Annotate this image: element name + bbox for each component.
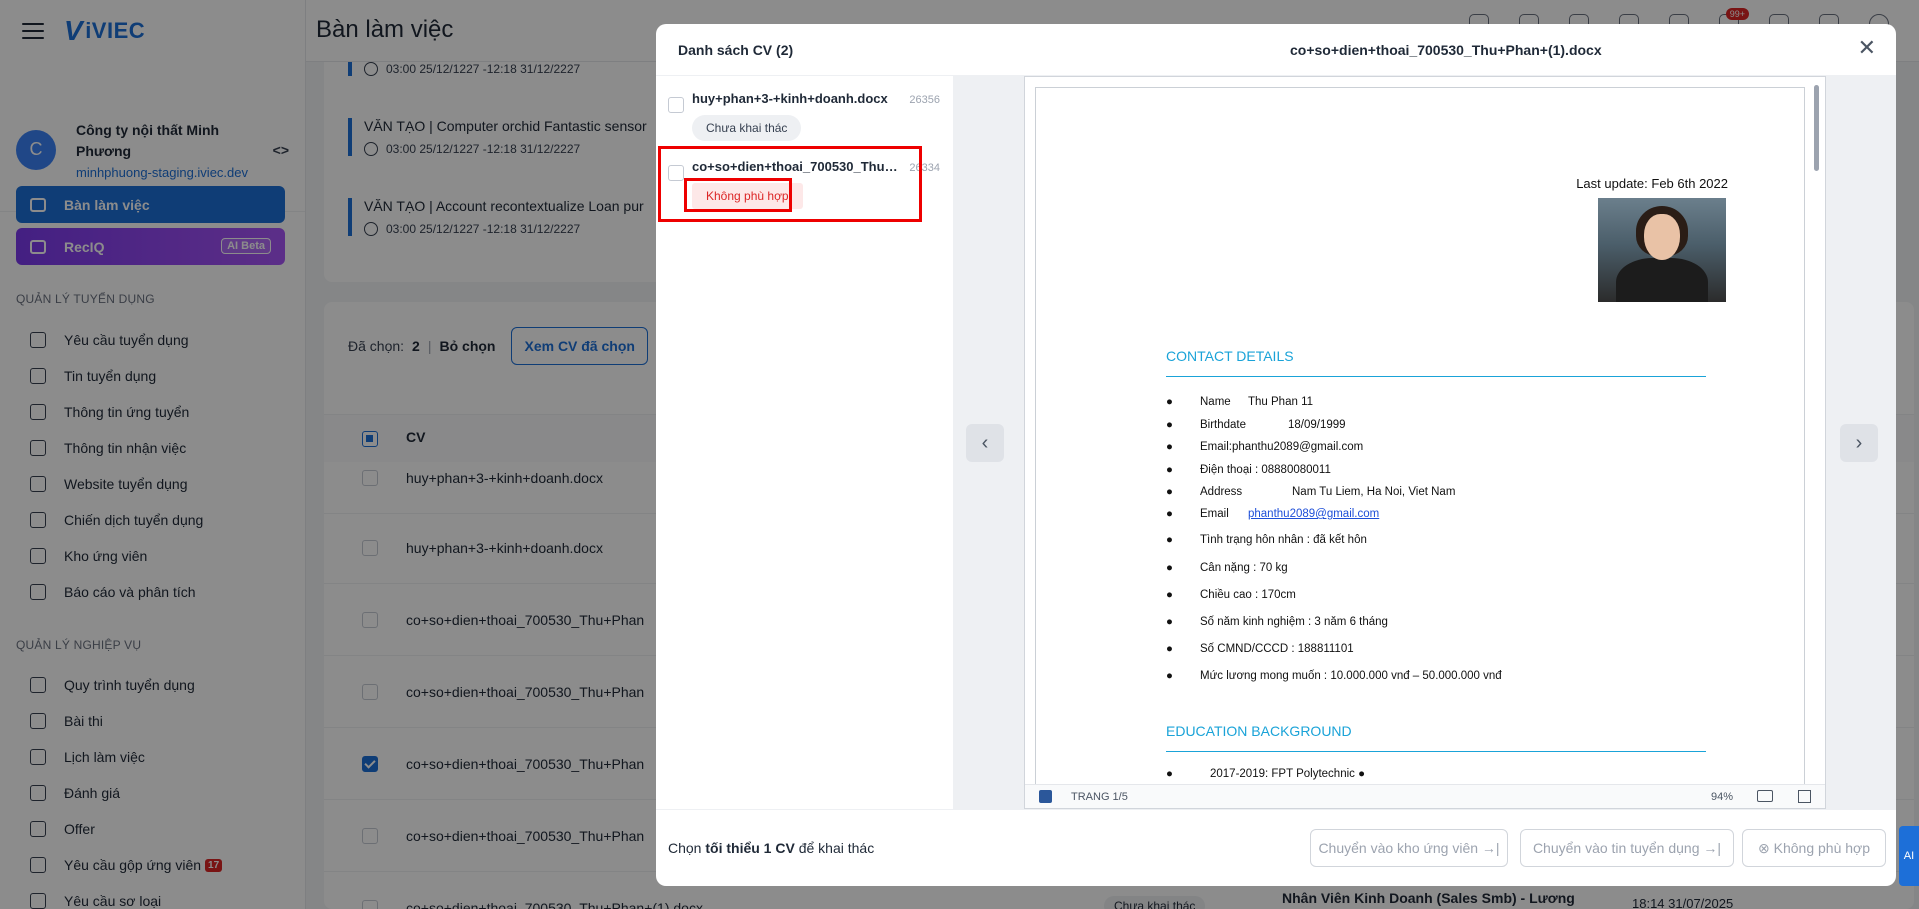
close-icon[interactable]: ✕: [1858, 37, 1876, 59]
contact-line: ● Điện thoại : 08880080011: [1166, 464, 1331, 476]
contact-line: ● Address Nam Tu Liem, Ha Noi, Viet Nam: [1166, 486, 1456, 498]
layout-icon[interactable]: [1757, 790, 1773, 802]
contact-line: ● Chiều cao : 170cm: [1166, 589, 1296, 601]
education-header: EDUCATION BACKGROUND: [1166, 723, 1352, 739]
contact-line: ● Mức lương mong muốn : 10.000.000 vnđ – …: [1166, 670, 1502, 682]
move-to-talent-pool-button[interactable]: Chuyển vào kho ứng viên →|: [1310, 829, 1508, 867]
status-tag: Chưa khai thác: [692, 115, 802, 141]
contact-line: ● Số CMND/CCCD : 188811101: [1166, 643, 1354, 655]
cv-item-checkbox[interactable]: [668, 97, 684, 113]
candidate-photo: [1598, 198, 1726, 302]
cv-list-item[interactable]: huy+phan+3-+kinh+doanh.docx 26356 Chưa k…: [656, 91, 954, 141]
modal-header: Danh sách CV (2) co+so+dien+thoai_700530…: [656, 24, 1896, 76]
contact-line: ● Email:phanthu2089@gmail.com: [1166, 441, 1364, 453]
page-indicator: TRANG 1/5: [1071, 791, 1128, 803]
modal-title: Danh sách CV (2): [678, 42, 794, 58]
fullscreen-icon[interactable]: [1798, 790, 1811, 803]
divider: [1166, 751, 1706, 752]
move-to-job-post-button[interactable]: Chuyển vào tin tuyển dụng →|: [1520, 829, 1734, 867]
zoom-level: 94%: [1710, 791, 1733, 803]
contact-line: ● Cân nặng : 70 kg: [1166, 562, 1288, 574]
contact-header: CONTACT DETAILS: [1166, 348, 1294, 364]
highlight-box: [684, 178, 792, 212]
document-scrollbar[interactable]: [1814, 85, 1819, 171]
document-page: Last update: Feb 6th 2022 CONTACT DETAIL…: [1035, 87, 1805, 792]
contact-line: ● Email phanthu2089@gmail.com: [1166, 508, 1380, 520]
prev-arrow-icon[interactable]: ‹: [966, 424, 1004, 462]
document-viewer: ‹ › Last update: Feb 6th 2022 CONTACT DE…: [954, 76, 1896, 809]
education-line: ● 2017-2019: FPT Polytechnic ●: [1166, 768, 1366, 780]
footer-hint: Chọn tối thiểu 1 CV để khai thác: [668, 840, 875, 856]
current-file-name: co+so+dien+thoai_700530_Thu+Phan+(1).doc…: [1290, 42, 1602, 58]
email-link[interactable]: phanthu2089@gmail.com: [1248, 508, 1379, 520]
ai-assistant-tab[interactable]: AI: [1899, 826, 1919, 886]
document-statusbar: TRANG 1/5 94%: [1025, 784, 1825, 808]
modal-footer: Chọn tối thiểu 1 CV để khai thác Chuyển …: [656, 809, 1896, 886]
document-frame: Last update: Feb 6th 2022 CONTACT DETAIL…: [1024, 76, 1826, 809]
contact-line: ● Birthdate 18/09/1999: [1166, 419, 1346, 431]
reject-button[interactable]: ⊗ Không phù hợp: [1742, 829, 1886, 867]
divider: [1166, 376, 1706, 377]
next-arrow-icon[interactable]: ›: [1840, 424, 1878, 462]
last-update-text: Last update: Feb 6th 2022: [1576, 176, 1728, 191]
cv-list-modal: Danh sách CV (2) co+so+dien+thoai_700530…: [656, 24, 1896, 886]
contact-line: ● Tình trạng hôn nhân : đã kết hôn: [1166, 534, 1367, 546]
contact-line: ● Name Thu Phan 11: [1166, 396, 1314, 408]
word-icon: [1039, 790, 1052, 803]
app: ViVIEC C Công ty nội thất Minh Phương mi…: [0, 0, 1919, 909]
contact-line: ● Số năm kinh nghiệm : 3 năm 6 tháng: [1166, 616, 1388, 628]
